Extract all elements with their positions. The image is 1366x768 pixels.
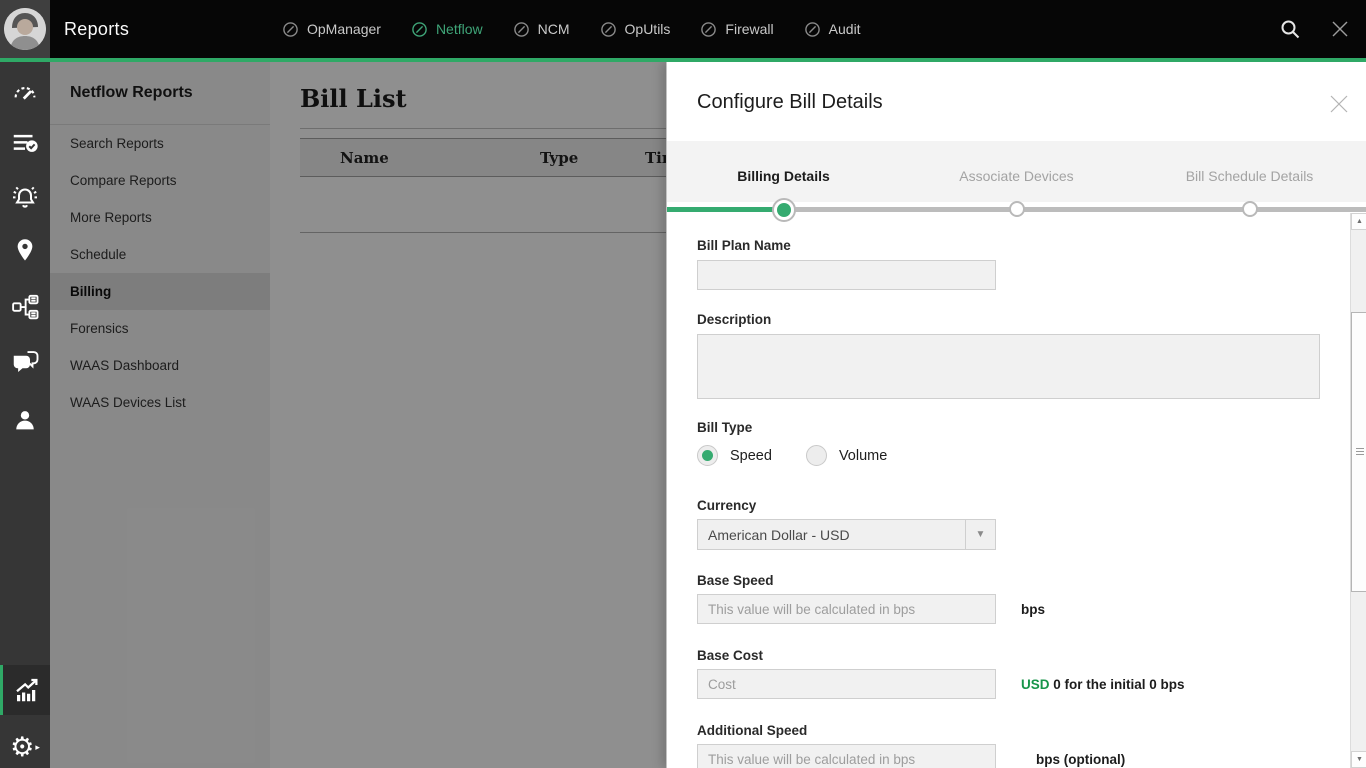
currency-value: American Dollar - USD xyxy=(708,526,850,543)
netflow-sidebar: Netflow Reports Search Reports Compare R… xyxy=(50,62,270,768)
users-icon[interactable] xyxy=(0,395,50,445)
additional-speed-unit: bps (optional) xyxy=(1036,752,1126,767)
module-icon xyxy=(513,21,529,37)
top-bar: Reports OpManager Netflow NCM OpUtils Fi… xyxy=(0,0,1366,58)
analytics-reports-icon[interactable] xyxy=(0,665,50,715)
sidebar-item-forensics[interactable]: Forensics xyxy=(50,310,270,347)
module-icon xyxy=(412,21,427,37)
base-cost-input[interactable] xyxy=(697,669,996,699)
sidebar-item-billing[interactable]: Billing xyxy=(50,273,270,310)
base-cost-hint: USD 0 for the initial 0 bps xyxy=(1021,677,1185,692)
additional-speed-input[interactable] xyxy=(697,744,996,768)
module-icon xyxy=(283,21,298,37)
chat-icon[interactable] xyxy=(0,337,50,387)
nav-label: Audit xyxy=(828,21,861,37)
step-node-2[interactable] xyxy=(1009,201,1025,217)
radio-volume-label[interactable]: Volume xyxy=(839,448,887,464)
base-speed-input[interactable] xyxy=(697,594,996,624)
user-avatar[interactable] xyxy=(0,0,50,58)
radio-speed-label[interactable]: Speed xyxy=(730,448,772,464)
step-node-3[interactable] xyxy=(1242,201,1258,217)
nav-ncm[interactable]: NCM xyxy=(513,21,570,38)
sidebar-item-waas-devices-list[interactable]: WAAS Devices List xyxy=(50,384,270,421)
radio-volume[interactable] xyxy=(805,445,827,466)
step-bill-schedule-details[interactable]: Bill Schedule Details xyxy=(1133,141,1366,202)
wizard-progress-fill xyxy=(667,207,784,212)
nav-label: OpUtils xyxy=(624,21,671,37)
modal-close-icon[interactable] xyxy=(1328,93,1350,115)
sidebar-title: Netflow Reports xyxy=(70,84,193,101)
description-textarea[interactable] xyxy=(697,334,1320,399)
chevron-down-icon: ▼ xyxy=(965,520,995,549)
report-list-icon[interactable] xyxy=(0,118,50,168)
configure-bill-details-modal: Configure Bill Details Billing Details A… xyxy=(666,62,1366,768)
step-billing-details[interactable]: Billing Details xyxy=(667,141,900,202)
step-node-1[interactable] xyxy=(772,198,796,222)
module-nav: OpManager Netflow NCM OpUtils Firewall A… xyxy=(282,0,861,58)
nav-firewall[interactable]: Firewall xyxy=(700,21,774,38)
radio-speed[interactable] xyxy=(697,445,718,466)
nav-label: Netflow xyxy=(435,21,483,37)
scroll-up-arrow[interactable]: ▲ xyxy=(1351,213,1366,230)
scroll-down-arrow[interactable]: ▼ xyxy=(1351,751,1366,768)
module-icon xyxy=(701,21,717,37)
dashboard-gauge-icon[interactable] xyxy=(0,68,50,118)
column-header-name: Name xyxy=(340,149,389,167)
module-icon xyxy=(600,21,616,37)
currency-label: Currency xyxy=(697,498,757,513)
bill-plan-name-label: Bill Plan Name xyxy=(697,238,791,253)
close-icon[interactable] xyxy=(1328,17,1352,41)
modal-title: Configure Bill Details xyxy=(697,91,883,113)
avatar-image xyxy=(4,8,46,50)
scrollbar-grip xyxy=(1356,448,1364,457)
nav-label: Firewall xyxy=(725,21,774,37)
nav-label: NCM xyxy=(537,21,570,37)
workflow-icon[interactable] xyxy=(0,282,50,332)
base-cost-hint-text: 0 for the initial 0 bps xyxy=(1053,677,1185,692)
sidebar-item-waas-dashboard[interactable]: WAAS Dashboard xyxy=(50,347,270,384)
base-speed-label: Base Speed xyxy=(697,573,774,588)
maps-pin-icon[interactable] xyxy=(0,225,50,275)
scrollbar-thumb[interactable] xyxy=(1351,312,1366,592)
currency-code: USD xyxy=(1021,677,1050,692)
currency-dropdown[interactable]: American Dollar - USD ▼ xyxy=(697,519,996,550)
nav-netflow[interactable]: Netflow xyxy=(411,21,483,38)
accent-strip xyxy=(0,58,1366,62)
icon-rail: ⚙ ▸ xyxy=(0,62,50,768)
settings-gear-icon[interactable]: ⚙ ▸ xyxy=(0,722,50,768)
nav-audit[interactable]: Audit xyxy=(804,21,861,38)
search-icon[interactable] xyxy=(1278,17,1302,41)
nav-label: OpManager xyxy=(307,21,381,37)
page-title: Reports xyxy=(64,18,130,39)
bill-plan-name-input[interactable] xyxy=(697,260,996,290)
base-cost-label: Base Cost xyxy=(697,648,764,663)
bill-type-options: Speed Volume xyxy=(697,445,905,466)
nav-opmanager[interactable]: OpManager xyxy=(282,21,381,38)
wizard-steps: Billing Details Associate Devices Bill S… xyxy=(667,141,1366,202)
step-associate-devices[interactable]: Associate Devices xyxy=(900,141,1133,202)
additional-speed-label: Additional Speed xyxy=(697,723,808,738)
sidebar-item-schedule[interactable]: Schedule xyxy=(50,236,270,273)
description-label: Description xyxy=(697,312,772,327)
module-icon xyxy=(804,21,820,37)
bill-list-title: Bill List xyxy=(300,84,407,113)
alarms-bell-icon[interactable] xyxy=(0,173,50,223)
column-header-type: Type xyxy=(540,149,579,167)
sidebar-item-search-reports[interactable]: Search Reports xyxy=(50,125,270,162)
nav-oputils[interactable]: OpUtils xyxy=(600,21,671,38)
modal-scrollbar[interactable]: ▲ ▼ xyxy=(1350,213,1366,768)
sidebar-item-more-reports[interactable]: More Reports xyxy=(50,199,270,236)
bill-type-label: Bill Type xyxy=(697,420,753,435)
sidebar-item-compare-reports[interactable]: Compare Reports xyxy=(50,162,270,199)
base-speed-unit: bps xyxy=(1021,602,1046,617)
